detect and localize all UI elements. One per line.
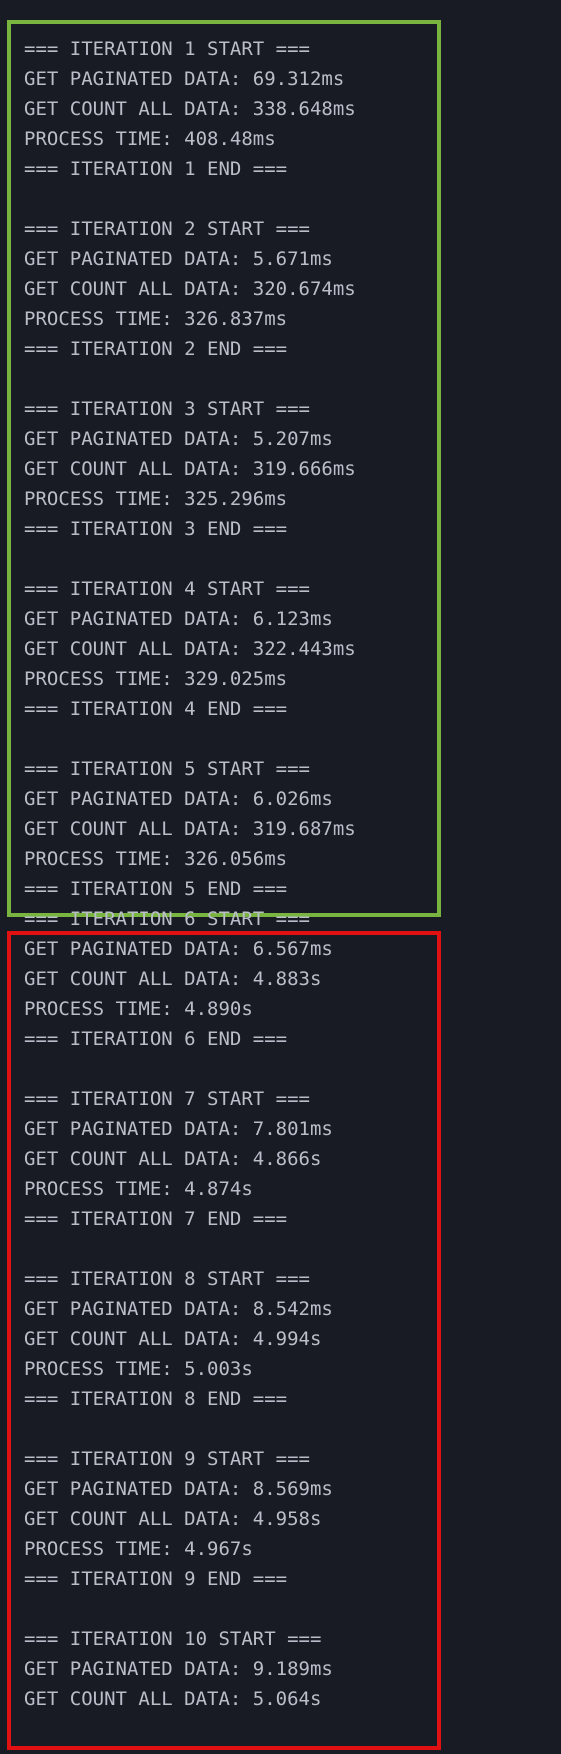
log-line: GET PAGINATED DATA: 6.123ms <box>24 608 333 630</box>
log-line: GET COUNT ALL DATA: 4.866s <box>24 1148 322 1170</box>
log-line: PROCESS TIME: 329.025ms <box>24 668 288 690</box>
log-line: === ITERATION 8 START === <box>24 1268 310 1290</box>
log-line: === ITERATION 7 END === <box>24 1208 288 1230</box>
log-line: PROCESS TIME: 5.003s <box>24 1358 253 1380</box>
log-line: === ITERATION 2 START === <box>24 218 310 240</box>
log-line: PROCESS TIME: 408.48ms <box>24 128 276 150</box>
log-line: === ITERATION 2 END === <box>24 338 288 360</box>
log-line: GET PAGINATED DATA: 6.567ms <box>24 938 333 960</box>
log-line: GET PAGINATED DATA: 5.207ms <box>24 428 333 450</box>
log-line: === ITERATION 8 END === <box>24 1388 288 1410</box>
log-line: === ITERATION 6 END === <box>24 1028 288 1050</box>
log-line: === ITERATION 3 END === <box>24 518 288 540</box>
log-line-blank <box>24 724 356 754</box>
log-line: GET PAGINATED DATA: 5.671ms <box>24 248 333 270</box>
log-line: GET PAGINATED DATA: 8.542ms <box>24 1298 333 1320</box>
log-line: GET PAGINATED DATA: 69.312ms <box>24 68 345 90</box>
log-line-blank <box>24 1054 356 1084</box>
log-line-blank <box>24 544 356 574</box>
log-line: PROCESS TIME: 326.837ms <box>24 308 288 330</box>
log-line: === ITERATION 10 START === <box>24 1628 322 1650</box>
log-line: GET COUNT ALL DATA: 5.064s <box>24 1688 322 1710</box>
log-line: === ITERATION 1 START === <box>24 38 310 60</box>
log-line: PROCESS TIME: 4.874s <box>24 1178 253 1200</box>
log-line: PROCESS TIME: 325.296ms <box>24 488 288 510</box>
log-line-blank <box>24 364 356 394</box>
log-line: === ITERATION 5 START === <box>24 758 310 780</box>
log-line: GET COUNT ALL DATA: 319.687ms <box>24 818 356 840</box>
log-line: GET COUNT ALL DATA: 4.994s <box>24 1328 322 1350</box>
log-line: GET COUNT ALL DATA: 4.883s <box>24 968 322 990</box>
log-line: GET PAGINATED DATA: 8.569ms <box>24 1478 333 1500</box>
log-lines: === ITERATION 1 START === GET PAGINATED … <box>24 34 356 1714</box>
log-line-blank <box>24 1234 356 1264</box>
log-line: GET PAGINATED DATA: 7.801ms <box>24 1118 333 1140</box>
log-line: GET COUNT ALL DATA: 319.666ms <box>24 458 356 480</box>
log-line: PROCESS TIME: 4.967s <box>24 1538 253 1560</box>
log-line: === ITERATION 6 START === <box>24 908 310 930</box>
log-line: === ITERATION 4 END === <box>24 698 288 720</box>
log-line-blank <box>24 184 356 214</box>
terminal-output: === ITERATION 1 START === GET PAGINATED … <box>0 0 561 1754</box>
log-line: === ITERATION 5 END === <box>24 878 288 900</box>
log-line: GET COUNT ALL DATA: 320.674ms <box>24 278 356 300</box>
log-line: === ITERATION 9 END === <box>24 1568 288 1590</box>
log-line: GET PAGINATED DATA: 9.189ms <box>24 1658 333 1680</box>
log-line: === ITERATION 7 START === <box>24 1088 310 1110</box>
log-line-blank <box>24 1594 356 1624</box>
log-line: GET COUNT ALL DATA: 322.443ms <box>24 638 356 660</box>
log-line: GET COUNT ALL DATA: 338.648ms <box>24 98 356 120</box>
log-line-blank <box>24 1414 356 1444</box>
log-line: === ITERATION 3 START === <box>24 398 310 420</box>
log-line: GET PAGINATED DATA: 6.026ms <box>24 788 333 810</box>
log-line: === ITERATION 4 START === <box>24 578 310 600</box>
log-line: === ITERATION 9 START === <box>24 1448 310 1470</box>
log-line: PROCESS TIME: 326.056ms <box>24 848 288 870</box>
log-line: === ITERATION 1 END === <box>24 158 288 180</box>
log-line: GET COUNT ALL DATA: 4.958s <box>24 1508 322 1530</box>
log-line: PROCESS TIME: 4.890s <box>24 998 253 1020</box>
